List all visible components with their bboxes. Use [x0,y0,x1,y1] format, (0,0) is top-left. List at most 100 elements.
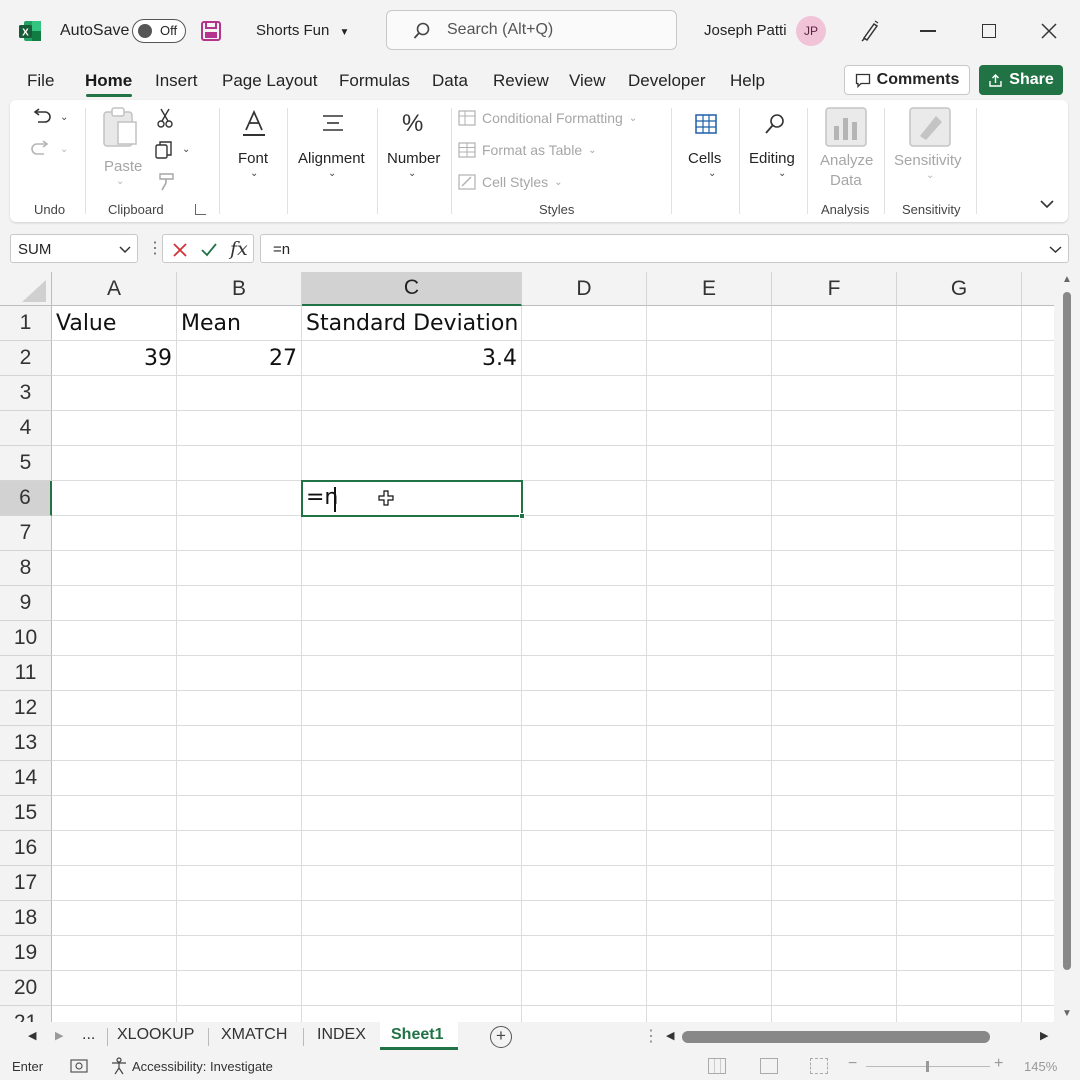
number-button[interactable]: % Number ⌄ [378,106,448,186]
format-painter-button[interactable] [156,172,176,194]
column-header-h-partial[interactable] [1022,272,1054,306]
horizontal-scrollbar-track[interactable] [682,1031,1036,1043]
column-header-c[interactable]: C [302,272,522,306]
maximize-button[interactable] [978,20,1000,42]
row-header-14[interactable]: 14 [0,761,52,796]
row-header-6[interactable]: 6 [0,481,52,516]
row-header-3[interactable]: 3 [0,376,52,411]
column-header-b[interactable]: B [177,272,302,306]
ribbon-collapse-button[interactable] [1040,196,1060,212]
enter-check-icon[interactable] [200,242,218,258]
select-all-corner[interactable] [0,272,52,306]
paste-button[interactable]: Paste ⌄ [100,106,144,187]
insert-function-icon[interactable]: fx [230,238,248,260]
sheet-tab-sheet1[interactable]: Sheet1 [380,1022,458,1050]
editing-button[interactable]: Editing ⌄ [744,106,806,186]
tab-data[interactable]: Data [432,71,468,91]
tab-view[interactable]: View [569,71,606,91]
vertical-scrollbar[interactable]: ▲ ▼ [1056,272,1080,1022]
copy-button[interactable]: ⌄ [154,140,200,162]
font-button[interactable]: Font ⌄ [224,106,284,186]
share-button[interactable]: Share [979,65,1063,95]
sheet-tabs-overflow[interactable]: ... [82,1026,95,1044]
row-header-11[interactable]: 11 [0,656,52,691]
save-icon[interactable] [200,20,222,42]
tab-developer[interactable]: Developer [628,71,706,91]
zoom-slider[interactable] [866,1061,990,1072]
column-header-e[interactable]: E [647,272,772,306]
tab-formulas[interactable]: Formulas [339,71,410,91]
cell-a1[interactable]: Value [56,311,116,336]
analyze-data-button[interactable]: Analyze Data [816,104,876,194]
tab-home[interactable]: Home [85,71,132,91]
cell-c2[interactable]: 3.4 [302,346,517,371]
row-header-12[interactable]: 12 [0,691,52,726]
row-header-2[interactable]: 2 [0,341,52,376]
row-header-8[interactable]: 8 [0,551,52,586]
designer-pen-icon[interactable] [860,20,880,42]
column-header-g[interactable]: G [897,272,1022,306]
page-break-view-icon[interactable] [810,1058,828,1074]
dialog-launcher-icon[interactable] [195,204,206,215]
horizontal-scroll-thumb[interactable] [682,1031,990,1043]
row-header-20[interactable]: 20 [0,971,52,1006]
row-header-9[interactable]: 9 [0,586,52,621]
row-header-17[interactable]: 17 [0,866,52,901]
row-header-21[interactable]: 21 [0,1006,52,1022]
sheet-tab-xlookup[interactable]: XLOOKUP [117,1026,194,1044]
avatar[interactable]: JP [796,16,826,46]
row-header-13[interactable]: 13 [0,726,52,761]
column-header-a[interactable]: A [52,272,177,306]
zoom-in-icon[interactable]: + [994,1055,1003,1073]
sheet-tab-index[interactable]: INDEX [317,1026,366,1044]
document-name-dropdown[interactable]: Shorts Fun ▼ [256,22,349,39]
page-layout-view-icon[interactable] [760,1058,778,1074]
scroll-up-icon[interactable]: ▲ [1062,274,1072,285]
macro-recording-icon[interactable] [70,1058,88,1074]
formula-input[interactable]: =n [260,234,1069,263]
name-box[interactable]: SUM [10,234,138,263]
redo-button[interactable]: ⌄ [30,140,70,162]
conditional-formatting-button[interactable]: Conditional Formatting ⌄ [458,106,637,130]
row-header-15[interactable]: 15 [0,796,52,831]
column-header-f[interactable]: F [772,272,897,306]
row-header-1[interactable]: 1 [0,306,52,341]
cells-button[interactable]: Cells ⌄ [678,106,738,186]
comments-button[interactable]: Comments [844,65,970,95]
zoom-slider-thumb[interactable] [926,1061,929,1072]
scroll-down-icon[interactable]: ▼ [1062,1008,1072,1019]
format-as-table-button[interactable]: Format as Table ⌄ [458,138,597,162]
vertical-scroll-thumb[interactable] [1063,292,1071,970]
zoom-level[interactable]: 145% [1024,1059,1057,1074]
row-header-4[interactable]: 4 [0,411,52,446]
row-header-7[interactable]: 7 [0,516,52,551]
add-sheet-button[interactable]: + [490,1026,512,1048]
split-handle-icon[interactable]: ⋮ [643,1026,659,1046]
cut-button[interactable] [156,108,176,130]
tab-file[interactable]: File [27,71,54,91]
column-header-d[interactable]: D [522,272,647,306]
cell-styles-button[interactable]: Cell Styles ⌄ [458,170,563,194]
sheet-tab-xmatch[interactable]: XMATCH [221,1026,287,1044]
row-header-5[interactable]: 5 [0,446,52,481]
cell-b1[interactable]: Mean [181,311,241,336]
fill-handle[interactable] [519,513,525,519]
row-header-18[interactable]: 18 [0,901,52,936]
row-header-16[interactable]: 16 [0,831,52,866]
worksheet-grid[interactable]: A B C D E F G 1 2 3 4 5 6 7 8 9 10 11 12… [0,272,1054,1022]
search-box[interactable]: Search (Alt+Q) [386,10,677,50]
cell-b2[interactable]: 27 [177,346,297,371]
normal-view-icon[interactable] [708,1058,726,1074]
zoom-out-icon[interactable]: − [848,1055,857,1073]
cell-a2[interactable]: 39 [52,346,172,371]
sheet-scroll-left-icon[interactable]: ◀ [28,1029,36,1042]
tab-help[interactable]: Help [730,71,765,91]
hscroll-left-icon[interactable]: ◀ [666,1029,674,1042]
more-options-icon[interactable]: ⋮ [147,238,163,258]
active-cell-c6[interactable]: =n [301,480,525,519]
tab-page-layout[interactable]: Page Layout [222,71,317,91]
undo-button[interactable]: ⌄ [30,108,70,130]
row-header-19[interactable]: 19 [0,936,52,971]
sheet-scroll-right-icon[interactable]: ▶ [55,1029,63,1042]
chevron-down-icon[interactable] [1049,245,1062,254]
